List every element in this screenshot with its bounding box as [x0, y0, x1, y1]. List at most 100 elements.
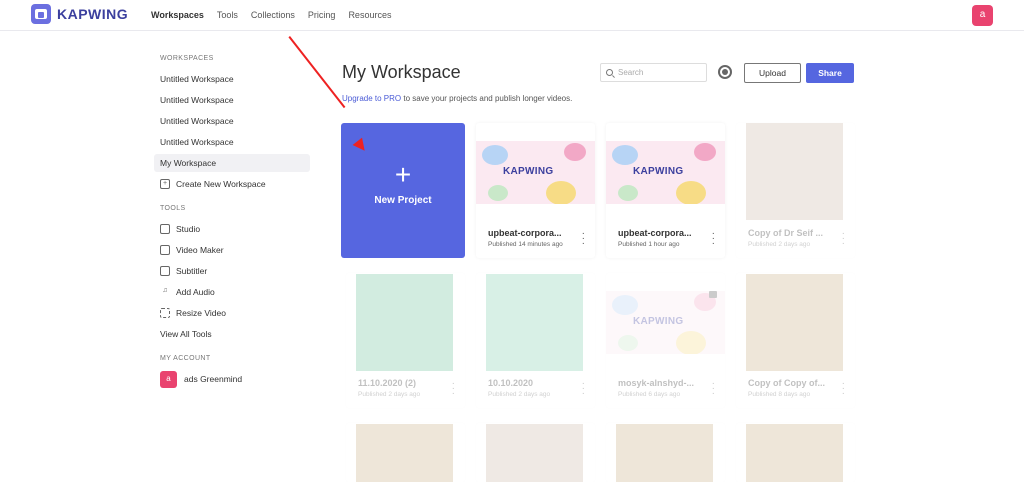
sidebar-item-label: Create New Workspace: [176, 179, 266, 189]
project-card[interactable]: 11.10.2020 (2) Published 2 days ago · · ·: [346, 273, 465, 408]
sidebar-item-account[interactable]: a ads Greenmind: [154, 370, 314, 388]
plus-square-icon: +: [160, 179, 170, 189]
more-options-icon[interactable]: · · ·: [582, 229, 585, 249]
more-options-icon[interactable]: · · ·: [452, 379, 455, 399]
project-published: Published 2 days ago: [488, 391, 551, 398]
new-project-label: New Project: [374, 195, 432, 206]
sidebar: WORKSPACES Untitled Workspace Untitled W…: [154, 55, 314, 391]
music-note-icon: ♫: [162, 287, 168, 294]
kapwing-logo[interactable]: KAPWING: [31, 4, 128, 24]
project-title: upbeat-corpora...: [618, 228, 692, 238]
project-published: Published 2 days ago: [358, 391, 421, 398]
plus-icon: +: [394, 159, 412, 190]
share-button[interactable]: Share: [806, 63, 854, 83]
sidebar-item-label: Subtitler: [176, 266, 208, 276]
gear-icon[interactable]: [718, 65, 732, 79]
brand-name: KAPWING: [57, 6, 129, 22]
project-card[interactable]: [736, 423, 855, 482]
project-published: Published 8 days ago: [748, 391, 811, 398]
project-thumbnail: KAPWING: [606, 141, 725, 204]
top-bar: KAPWING Workspaces Tools Collections Pri…: [0, 0, 1024, 31]
sidebar-item-my-workspace[interactable]: My Workspace: [154, 154, 310, 172]
create-workspace-button[interactable]: + Create New Workspace: [154, 175, 314, 193]
sidebar-item-workspace-3[interactable]: Untitled Workspace: [154, 112, 314, 130]
account-name: ads Greenmind: [184, 374, 243, 384]
project-title: mosyk-alnshyd-...: [618, 378, 695, 388]
project-thumbnail: [746, 424, 843, 482]
sidebar-item-workspace-4[interactable]: Untitled Workspace: [154, 133, 314, 151]
account-heading: MY ACCOUNT: [160, 355, 211, 362]
nav-tools[interactable]: Tools: [217, 10, 238, 20]
nav-collections[interactable]: Collections: [251, 10, 295, 20]
sidebar-item-label: Untitled Workspace: [160, 74, 234, 84]
project-card[interactable]: Copy of Copy of... Published 8 days ago …: [736, 273, 855, 408]
sidebar-item-studio[interactable]: Studio: [154, 220, 314, 238]
more-options-icon[interactable]: · · ·: [712, 229, 715, 249]
workspaces-heading: WORKSPACES: [160, 55, 214, 62]
sidebar-item-label: Untitled Workspace: [160, 116, 234, 126]
project-card[interactable]: [346, 423, 465, 482]
sidebar-item-label: Untitled Workspace: [160, 95, 234, 105]
project-thumbnail: [486, 274, 583, 371]
video-camera-icon: [160, 245, 170, 255]
sidebar-item-label: Add Audio: [176, 287, 215, 297]
project-title: Copy of Copy of...: [748, 378, 825, 388]
project-thumbnail: [486, 424, 583, 482]
upload-button[interactable]: Upload: [744, 63, 801, 83]
sidebar-item-label: Studio: [176, 224, 201, 234]
nav-pricing[interactable]: Pricing: [308, 10, 336, 20]
upgrade-text: to save your projects and publish longer…: [401, 94, 573, 103]
project-thumbnail: [356, 424, 453, 482]
search-placeholder: Search: [618, 68, 644, 77]
project-title: upbeat-corpora...: [488, 228, 562, 238]
project-card[interactable]: KAPWING upbeat-corpora... Published 14 m…: [476, 123, 595, 258]
kapwing-thumbnail-logo: KAPWING: [633, 166, 684, 177]
sidebar-item-workspace-2[interactable]: Untitled Workspace: [154, 91, 314, 109]
sidebar-item-add-audio[interactable]: ♫ Add Audio: [154, 283, 314, 301]
sidebar-item-workspace-1[interactable]: Untitled Workspace: [154, 70, 314, 88]
project-card[interactable]: KAPWING mosyk-alnshyd-... Published 6 da…: [606, 273, 725, 408]
main-nav: Workspaces Tools Collections Pricing Res…: [151, 10, 391, 20]
sidebar-item-video-maker[interactable]: Video Maker: [154, 241, 314, 259]
sidebar-item-label: Resize Video: [176, 308, 226, 318]
more-options-icon[interactable]: · · ·: [712, 379, 715, 399]
account-avatar: a: [160, 370, 177, 388]
project-title: 10.10.2020: [488, 378, 534, 388]
project-published: Published 1 hour ago: [618, 241, 680, 248]
sidebar-item-view-all-tools[interactable]: View All Tools: [154, 325, 314, 343]
sidebar-item-label: View All Tools: [160, 329, 212, 339]
user-avatar[interactable]: a: [972, 5, 993, 26]
kapwing-logo-icon: [31, 4, 51, 24]
more-options-icon[interactable]: · · ·: [582, 379, 585, 399]
sidebar-item-subtitler[interactable]: Subtitler: [154, 262, 314, 280]
project-card[interactable]: [606, 423, 725, 482]
upgrade-link[interactable]: Upgrade to PRO: [342, 94, 401, 103]
project-thumbnail: [616, 424, 713, 482]
more-options-icon[interactable]: · · ·: [842, 379, 845, 399]
more-options-icon[interactable]: · · ·: [842, 229, 845, 249]
project-card[interactable]: 10.10.2020 Published 2 days ago · · ·: [476, 273, 595, 408]
search-input[interactable]: Search: [600, 63, 707, 82]
upgrade-notice: Upgrade to PRO to save your projects and…: [342, 94, 572, 103]
project-thumbnail: KAPWING: [476, 141, 595, 204]
sidebar-item-label: Video Maker: [176, 245, 224, 255]
project-thumbnail: [746, 274, 843, 371]
project-thumbnail: KAPWING: [606, 291, 725, 354]
kapwing-thumbnail-logo: KAPWING: [633, 316, 684, 327]
project-published: Published 14 minutes ago: [488, 241, 563, 248]
sidebar-item-resize-video[interactable]: Resize Video: [154, 304, 314, 322]
sidebar-item-label: Untitled Workspace: [160, 137, 234, 147]
project-published: Published 2 days ago: [748, 241, 811, 248]
page-title: My Workspace: [342, 62, 461, 82]
subtitles-icon: [160, 266, 170, 276]
resize-icon: [160, 308, 170, 318]
project-thumbnail: [356, 274, 453, 371]
project-card[interactable]: [476, 423, 595, 482]
sidebar-item-label: My Workspace: [160, 158, 217, 168]
nav-resources[interactable]: Resources: [348, 10, 391, 20]
nav-workspaces[interactable]: Workspaces: [151, 10, 204, 20]
lock-icon: [709, 291, 717, 298]
project-card[interactable]: KAPWING upbeat-corpora... Published 1 ho…: [606, 123, 725, 258]
project-published: Published 6 days ago: [618, 391, 681, 398]
project-card[interactable]: Copy of Dr Seif ... Published 2 days ago…: [736, 123, 855, 258]
